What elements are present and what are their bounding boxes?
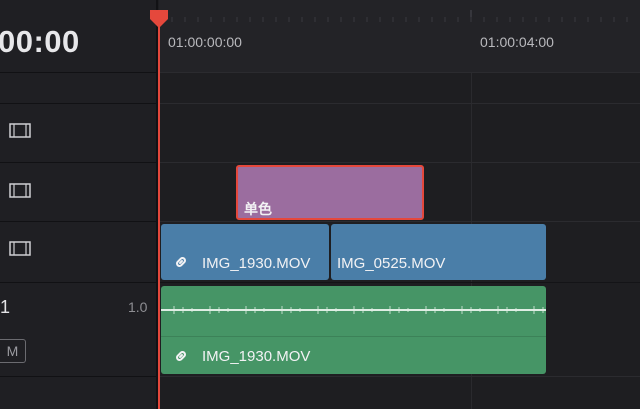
clip-label: 单色	[244, 201, 272, 217]
mute-button[interactable]: M	[0, 339, 26, 363]
audio-clip-img-1930[interactable]: IMG_1930.MOV	[161, 286, 546, 374]
clip-label: IMG_1930.MOV	[202, 348, 311, 365]
playhead-handle[interactable]	[148, 10, 170, 28]
video-clip-img-1930[interactable]: IMG_1930.MOV	[161, 224, 329, 280]
playhead-line[interactable]	[158, 18, 160, 409]
clip-label: IMG_0525.MOV	[337, 255, 446, 272]
film-strip-icon	[9, 123, 31, 138]
link-icon	[176, 257, 186, 267]
timecode-display: 00:00	[0, 24, 80, 59]
film-strip-icon	[9, 183, 31, 198]
film-strip-icon	[9, 241, 31, 256]
ruler-label-start: 01:00:00:00	[168, 34, 242, 50]
ruler-ticks	[159, 10, 628, 22]
solid-color-clip[interactable]: 单色	[236, 165, 424, 220]
video-clip-img-0525[interactable]: IMG_0525.MOV	[331, 224, 546, 280]
ruler-label-4s: 01:00:04:00	[480, 34, 554, 50]
link-icon	[176, 351, 186, 361]
audio-waveform	[161, 306, 546, 314]
audio-level-value[interactable]: 1.0	[128, 299, 147, 315]
audio-track-number: 1	[0, 297, 11, 317]
clip-label: IMG_1930.MOV	[202, 255, 311, 272]
